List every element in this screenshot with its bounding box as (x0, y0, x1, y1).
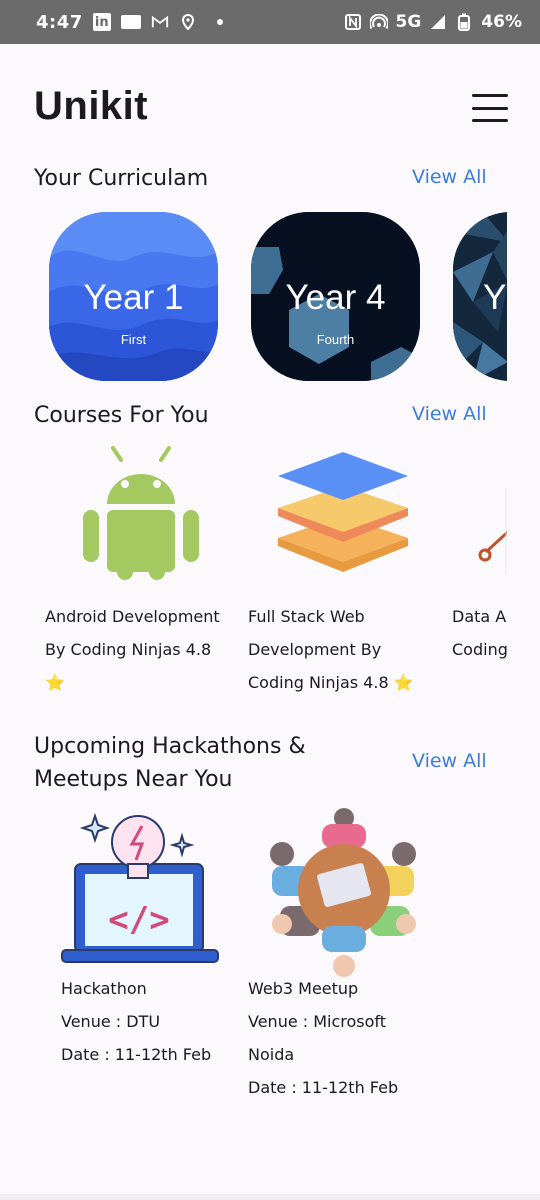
menu-bar (472, 106, 508, 110)
svg-text:</>: </> (108, 900, 169, 940)
curriculum-card-year4[interactable]: Year 4 Fourth (251, 212, 420, 381)
event-date: Date : 11-12th Feb (61, 1045, 212, 1064)
news-icon (120, 15, 141, 29)
hamburger-menu-icon[interactable] (472, 94, 508, 122)
meetup-people-icon (270, 808, 416, 977)
nfc-icon (344, 13, 362, 31)
status-time: 4:47 (36, 11, 83, 33)
dot-icon (216, 19, 223, 25)
events-title-line: Upcoming Hackathons & (34, 734, 306, 759)
menu-bar (472, 119, 508, 122)
event-date: Date : 11-12th Feb (248, 1078, 399, 1097)
signal-icon (429, 13, 447, 31)
events-title: Upcoming Hackathons & Meetups Near You (34, 730, 306, 796)
battery-percent: 46% (481, 12, 522, 32)
course-line: Android Development (45, 607, 220, 626)
location-icon (179, 13, 197, 31)
course-description: Data A Coding (452, 600, 507, 666)
status-bar: 4:47 in 5G 46% (0, 0, 540, 44)
events-view-all-link[interactable]: View All (412, 750, 487, 772)
course-rating-star: ⭐ (45, 673, 65, 692)
course-line: Coding (452, 640, 507, 659)
curriculum-view-all-link[interactable]: View All (412, 166, 487, 188)
event-venue-city: Noida (248, 1045, 295, 1064)
curriculum-card-partial[interactable]: Y (453, 212, 507, 381)
event-details: Web3 Meetup Venue : Microsoft Noida Date… (248, 972, 398, 1104)
android-icon (83, 446, 199, 580)
course-line: Coding Ninjas 4.8 ⭐ (248, 673, 414, 692)
event-details: Hackathon Venue : DTU Date : 11-12th Feb (61, 972, 211, 1071)
curriculum-year-label: Year 1 (83, 278, 184, 317)
menu-bar (472, 94, 508, 97)
course-line: Development By (248, 640, 382, 659)
curriculum-year-label: Y (483, 278, 507, 317)
event-venue: Venue : Microsoft (248, 1012, 387, 1031)
curriculum-card-year1[interactable]: Year 1 First (49, 212, 218, 381)
hotspot-icon (369, 13, 388, 31)
network-type: 5G (395, 12, 422, 32)
linkedin-icon: in (92, 13, 111, 31)
curriculum-carousel[interactable]: Year 1 First Year 4 Fourth Y (0, 210, 507, 382)
course-card-data[interactable]: Data A Coding (452, 440, 507, 710)
bottom-edge (0, 1194, 540, 1200)
app-title: Unikit (34, 84, 149, 128)
curriculum-sub-label: Fourth (316, 332, 355, 347)
courses-title: Courses For You (34, 403, 209, 428)
course-line: Full Stack Web (248, 607, 365, 626)
curriculum-sub-label: First (120, 332, 147, 347)
hackathon-laptop-icon: </> (61, 812, 219, 963)
event-venue: Venue : DTU (61, 1012, 161, 1031)
course-line: Data A (452, 607, 507, 626)
course-line: By Coding Ninjas 4.8 (45, 640, 212, 659)
data-analytics-icon (478, 488, 507, 575)
course-description: Android Development By Coding Ninjas 4.8… (45, 600, 220, 699)
courses-view-all-link[interactable]: View All (412, 403, 487, 425)
course-description: Full Stack Web Development By Coding Nin… (248, 600, 414, 699)
event-name: Hackathon (61, 979, 147, 998)
battery-icon (455, 13, 473, 31)
curriculum-year-label: Year 4 (285, 278, 386, 317)
curriculum-title: Your Curriculam (34, 166, 209, 191)
event-name: Web3 Meetup (248, 979, 359, 998)
events-title-line: Meetups Near You (34, 767, 233, 792)
layers-stack-icon (278, 452, 408, 572)
gmail-icon (151, 13, 169, 31)
